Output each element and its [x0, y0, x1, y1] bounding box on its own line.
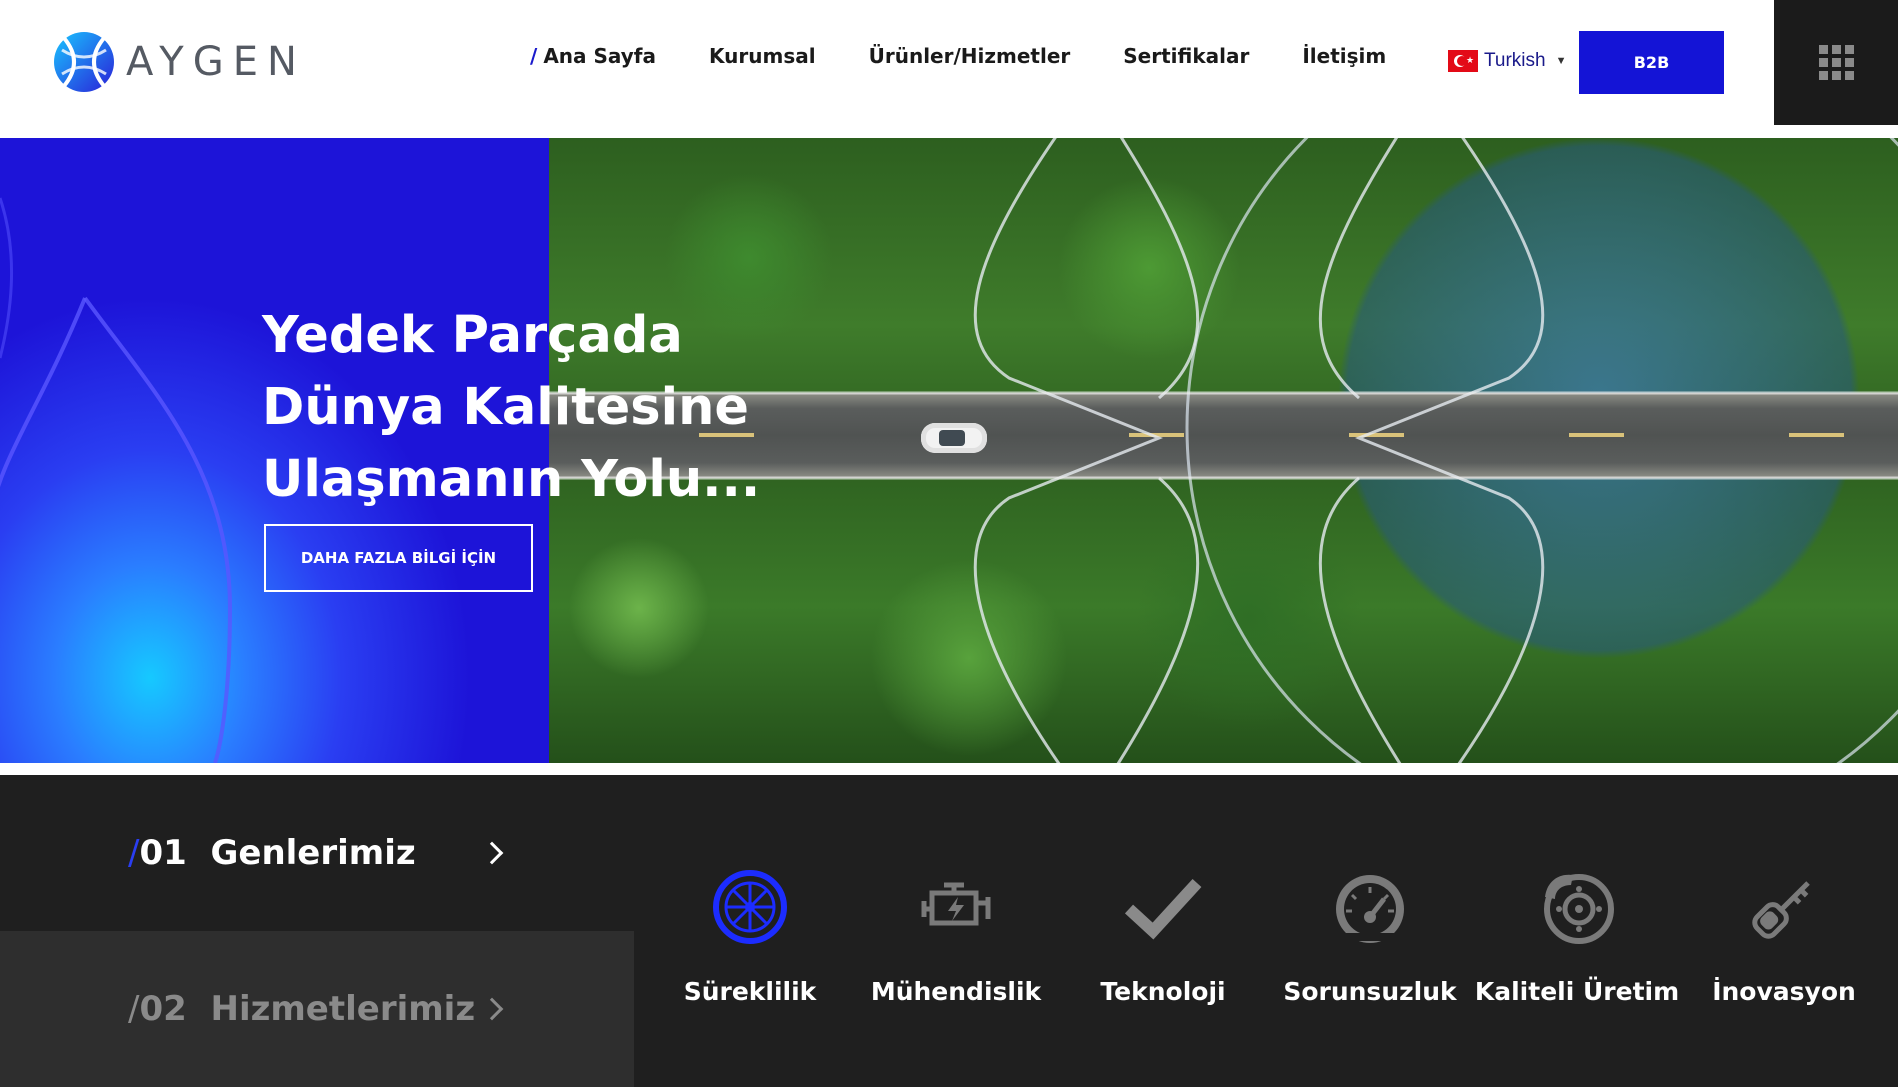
nav-item-sertifikalar[interactable]: Sertifikalar [1123, 44, 1249, 68]
logo-text: AYGEN [126, 39, 306, 85]
tab-genlerimiz[interactable]: /01 Genlerimiz [0, 775, 634, 931]
language-label: Turkish [1484, 50, 1546, 71]
nav-item-iletisim[interactable]: İletişim [1302, 44, 1386, 68]
features-section: /01 Genlerimiz /02 Hizmetlerimiz Sürekli… [0, 775, 1898, 1087]
nav-label: Kurumsal [709, 44, 816, 68]
feature-label: Teknoloji [1100, 977, 1226, 1006]
nav-item-urunler-hizmetler[interactable]: Ürünler/Hizmetler [869, 44, 1071, 68]
feature-list: Süreklilik Mühendislik Teknoloji Sorunsu… [634, 775, 1898, 1087]
feature-sureklilik[interactable]: Süreklilik [650, 867, 850, 1006]
hero-title-line: Ulaşmanın Yolu... [262, 450, 761, 509]
feature-label: Kaliteli Üretim [1474, 977, 1680, 1006]
feature-label: Sorunsuzluk [1283, 977, 1457, 1006]
divider [0, 763, 1898, 775]
language-selector[interactable]: ★ Turkish ▼ [1448, 50, 1566, 72]
hero-slider: Yedek Parçada Dünya Kalitesine Ulaşmanın… [0, 138, 1898, 763]
logo[interactable]: AYGEN [52, 30, 306, 94]
checkmark-icon [1124, 878, 1202, 940]
car-key-icon [1752, 881, 1810, 939]
nav-item-kurumsal[interactable]: Kurumsal [709, 44, 816, 68]
hero-title-line: Yedek Parçada [262, 306, 683, 365]
feature-teknoloji[interactable]: Teknoloji [1063, 867, 1263, 1006]
feature-label: Mühendislik [870, 977, 1042, 1006]
feature-muhendislik[interactable]: Mühendislik [856, 867, 1056, 1006]
logo-mark-icon [54, 32, 114, 92]
nav-label: Ürünler/Hizmetler [868, 44, 1071, 68]
hero-title-line: Dünya Kalitesine [262, 378, 749, 437]
chevron-right-icon [480, 841, 504, 865]
feature-sorunsuzluk[interactable]: Sorunsuzluk [1270, 867, 1470, 1006]
nav-item-ana-sayfa[interactable]: / Ana Sayfa [530, 44, 656, 68]
speedometer-icon [1336, 875, 1404, 943]
tab-label: /02 Hizmetlerimiz [128, 989, 476, 1029]
nav-label: İletişim [1302, 44, 1387, 68]
b2b-button[interactable]: B2B [1579, 31, 1724, 94]
engine-icon [921, 882, 991, 926]
more-info-button[interactable]: DAHA FAZLA BİLGİ İÇİN [264, 524, 533, 592]
tab-hizmetlerimiz[interactable]: /02 Hizmetlerimiz [0, 931, 634, 1087]
brake-disc-icon [1544, 874, 1614, 944]
wheel-icon [713, 870, 787, 944]
feature-label: Süreklilik [683, 977, 817, 1006]
site-header: AYGEN / Ana Sayfa Kurumsal Ürünler/Hizmet… [0, 0, 1898, 138]
tab-label: /01 Genlerimiz [128, 833, 416, 873]
feature-inovasyon[interactable]: İnovasyon [1684, 867, 1884, 1006]
feature-kaliteli-uretim[interactable]: Kaliteli Üretim [1474, 867, 1680, 1006]
main-nav: / Ana Sayfa Kurumsal Ürünler/Hizmetler Se… [530, 44, 1439, 68]
chevron-right-icon [480, 997, 504, 1021]
caret-down-icon: ▼ [1555, 55, 1567, 67]
nav-label: Ana Sayfa [543, 44, 657, 68]
nav-label: Sertifikalar [1123, 44, 1250, 68]
active-slash: / [530, 44, 538, 68]
menu-grid-button[interactable] [1774, 0, 1898, 125]
hero-title: Yedek Parçada Dünya Kalitesine Ulaşmanın… [262, 300, 822, 516]
grid-icon [1818, 45, 1854, 80]
feature-label: İnovasyon [1712, 977, 1856, 1006]
turkey-flag-icon: ★ [1448, 50, 1478, 72]
